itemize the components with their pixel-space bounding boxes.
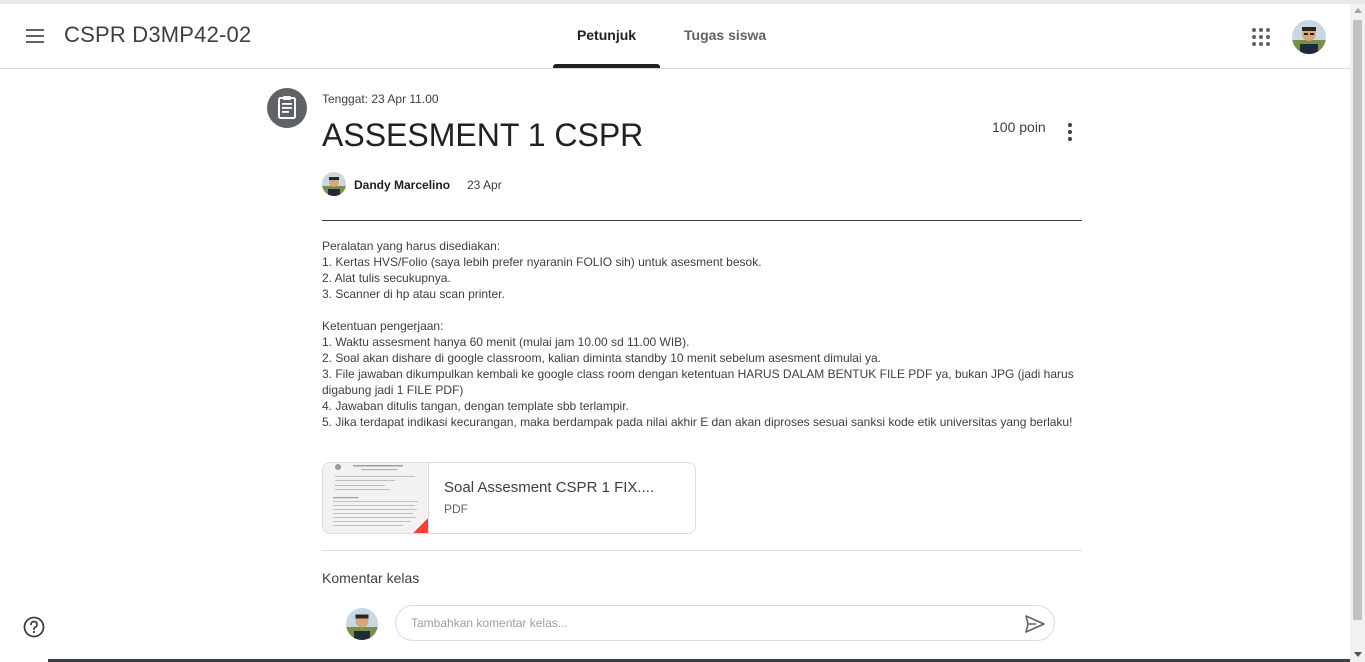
attachment-type: PDF xyxy=(444,502,468,516)
attachment-card[interactable]: Soal Assesment CSPR 1 FIX.... PDF xyxy=(322,462,696,534)
assignment-icon xyxy=(267,88,307,128)
divider xyxy=(322,220,1082,221)
more-vert-icon[interactable] xyxy=(1062,122,1078,142)
app-header: CSPR D3MP42-02 Petunjuk Tugas siswa xyxy=(0,4,1350,69)
class-comment-input[interactable] xyxy=(395,605,1055,641)
author-name: Dandy Marcelino xyxy=(354,178,451,192)
description-line: 5. Jika terdapat indikasi kecurangan, ma… xyxy=(322,415,1073,429)
scroll-up-arrow-icon[interactable] xyxy=(1354,8,1362,13)
description-line: Peralatan yang harus disediakan: xyxy=(322,239,501,253)
commenter-avatar xyxy=(346,608,378,640)
pdf-thumbnail xyxy=(323,463,429,533)
scroll-thumb[interactable] xyxy=(1353,20,1362,620)
help-icon[interactable] xyxy=(23,616,45,638)
class-comments-heading: Komentar kelas xyxy=(322,570,420,586)
active-tab-indicator xyxy=(553,64,660,68)
menu-icon[interactable] xyxy=(22,24,50,48)
divider xyxy=(322,550,1082,551)
description-line: 3. File jawaban dikumpulkan kembali ke g… xyxy=(322,367,1078,397)
description-line: 3. Scanner di hp atau scan printer. xyxy=(322,287,505,301)
description-line xyxy=(322,302,1082,318)
points: 100 poin xyxy=(992,119,1046,135)
description-line: 2. Soal akan dishare di google classroom… xyxy=(322,351,881,365)
tab-petunjuk[interactable]: Petunjuk xyxy=(553,27,660,43)
scrollbar[interactable] xyxy=(1350,4,1365,662)
assignment-description: Peralatan yang harus disediakan: 1. Kert… xyxy=(322,238,1082,430)
author-avatar xyxy=(322,172,346,196)
description-line: 2. Alat tulis secukupnya. xyxy=(322,271,451,285)
send-icon[interactable] xyxy=(1024,614,1046,634)
description-line: Ketentuan pengerjaan: xyxy=(322,319,444,333)
attachment-name[interactable]: Soal Assesment CSPR 1 FIX.... xyxy=(444,479,654,496)
due-date: Tenggat: 23 Apr 11.00 xyxy=(322,92,439,106)
description-line: 1. Kertas HVS/Folio (saya lebih prefer n… xyxy=(322,255,762,269)
post-date: 23 Apr xyxy=(467,178,502,192)
assignment-title: ASSESMENT 1 CSPR xyxy=(322,117,644,153)
tab-tugas-siswa[interactable]: Tugas siswa xyxy=(684,27,766,43)
scroll-down-arrow-icon[interactable] xyxy=(1354,652,1362,657)
apps-grid-icon[interactable] xyxy=(1250,26,1272,48)
description-line: 4. Jawaban ditulis tangan, dengan templa… xyxy=(322,399,629,413)
class-title[interactable]: CSPR D3MP42-02 xyxy=(64,22,251,48)
account-avatar[interactable] xyxy=(1292,20,1326,54)
description-line: 1. Waktu assesment hanya 60 menit (mulai… xyxy=(322,335,690,349)
